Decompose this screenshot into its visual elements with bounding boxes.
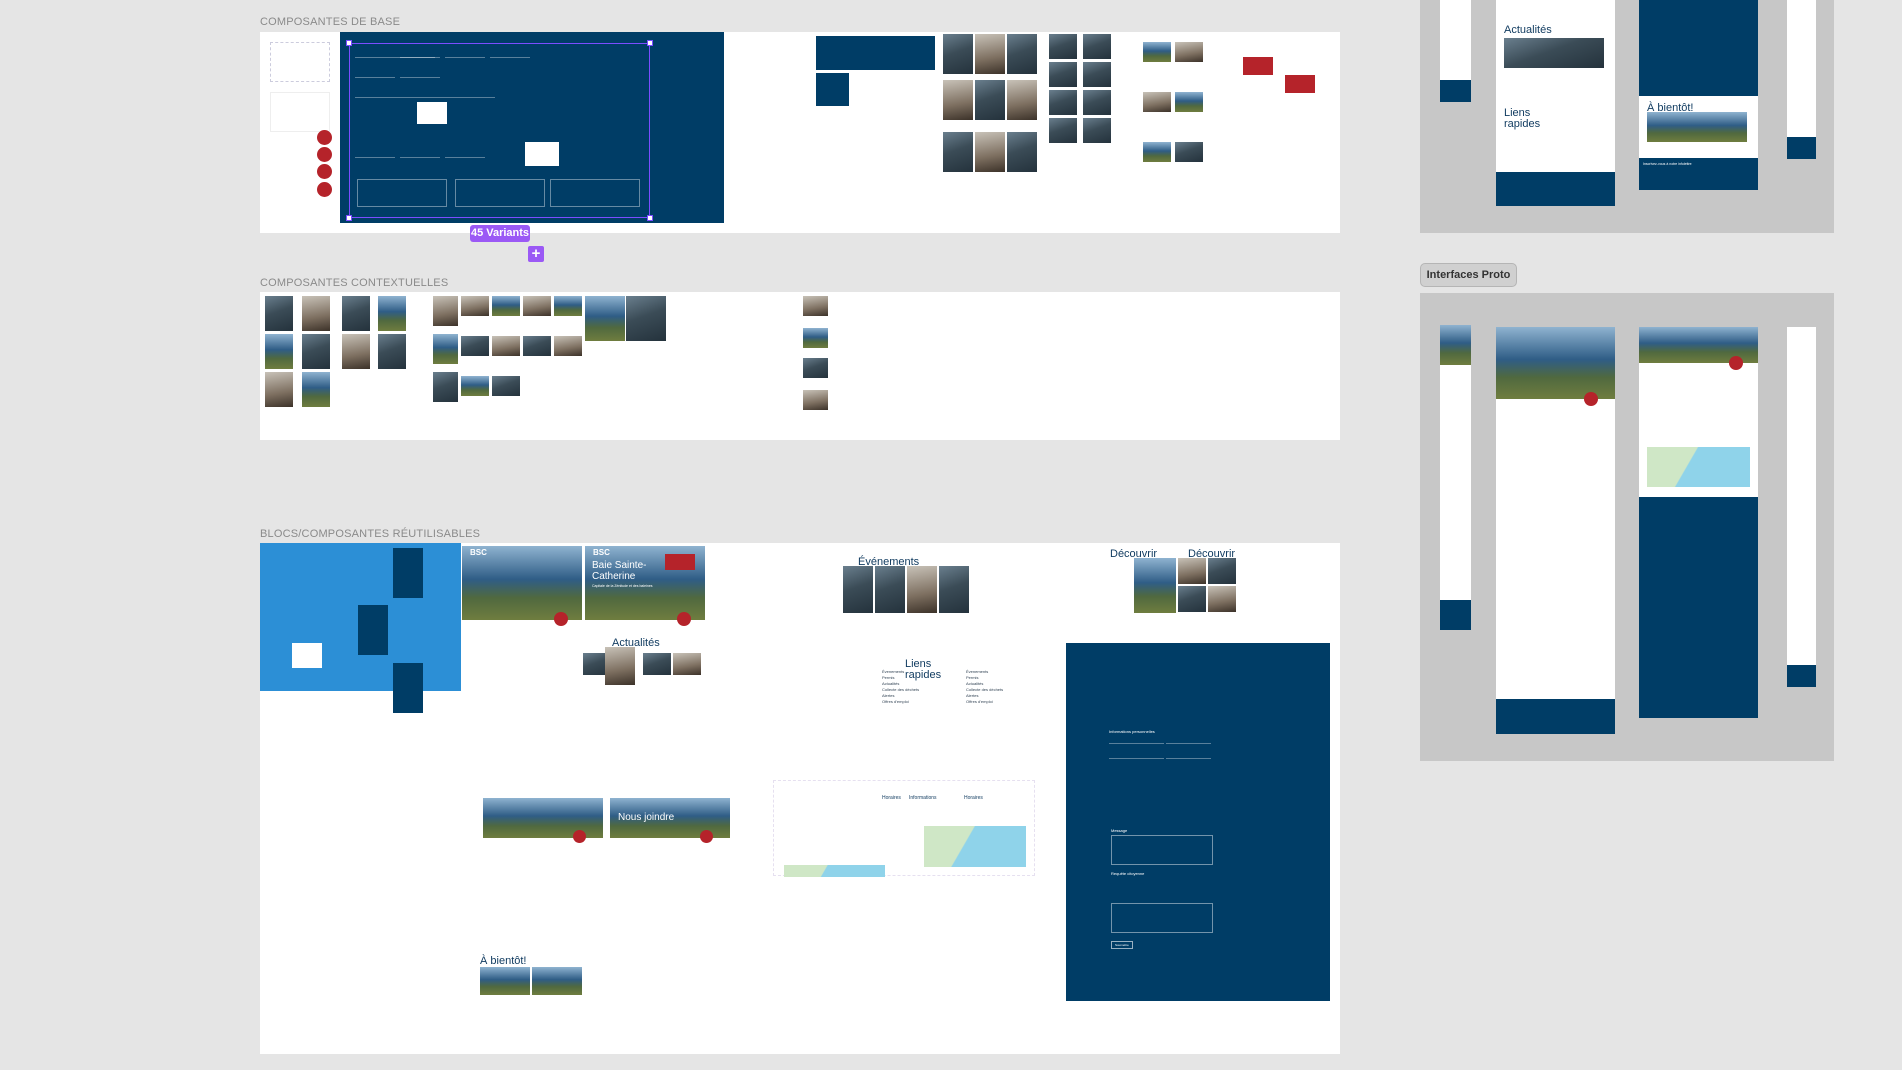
component-thumbnail[interactable] xyxy=(492,376,520,396)
component-thumbnail[interactable] xyxy=(554,336,582,356)
add-variant-icon[interactable]: + xyxy=(528,246,544,262)
info-col-title: Informations xyxy=(909,795,937,801)
message-textarea[interactable] xyxy=(1111,903,1213,933)
component-thumbnail[interactable] xyxy=(585,296,625,341)
contact-hero-image xyxy=(483,798,603,843)
page-preview[interactable]: À bientôt! Inscrivez-vous à notre infole… xyxy=(1639,0,1758,190)
selection-box[interactable] xyxy=(346,40,653,221)
frame-composantes-contextuelles[interactable] xyxy=(260,292,1340,440)
hero-image: BSC xyxy=(462,546,582,626)
newsletter-component[interactable] xyxy=(816,36,935,70)
alert-button-icon[interactable] xyxy=(317,164,332,179)
pages-panel[interactable]: Actualités Liens rapides À bientôt! Insc… xyxy=(1420,0,1834,233)
page-preview[interactable]: Actualités Liens rapides xyxy=(1496,0,1615,206)
component-thumbnail[interactable] xyxy=(342,334,370,369)
alert-button-icon[interactable] xyxy=(317,130,332,145)
link-component[interactable] xyxy=(270,92,330,132)
component-thumbnail[interactable] xyxy=(433,296,458,326)
mobile-page[interactable] xyxy=(1440,325,1471,630)
logo: BSC xyxy=(470,548,487,557)
component-thumbnail[interactable] xyxy=(461,296,489,316)
form-section-title: Informations personnelles xyxy=(1109,729,1155,734)
component-thumbnail[interactable] xyxy=(433,372,458,402)
section-label-blocks: BLOCS/COMPOSANTES RÉUTILISABLES xyxy=(260,528,481,540)
alert-button-icon[interactable] xyxy=(317,182,332,197)
navigation-block[interactable] xyxy=(260,543,461,713)
alert-button-icon[interactable] xyxy=(700,830,713,843)
contact-title: Nous joindre xyxy=(618,812,675,823)
frame-blocs-reutilisables[interactable]: BSC BSC Baie Sainte-Catherine Capitale d… xyxy=(260,543,1340,1054)
component-thumbnail[interactable] xyxy=(803,328,828,348)
section-label-base: COMPOSANTES DE BASE xyxy=(260,16,401,28)
component-thumbnail[interactable] xyxy=(302,296,330,331)
mobile-page[interactable] xyxy=(1787,327,1816,687)
info-col-title: Horaires xyxy=(964,795,983,801)
alert-button-icon[interactable] xyxy=(1729,356,1743,370)
alert-button-icon[interactable] xyxy=(1584,392,1598,406)
map[interactable] xyxy=(924,826,1026,867)
newsletter-mobile-component[interactable] xyxy=(816,73,849,106)
logo: BSC xyxy=(593,548,610,557)
component-thumbnail[interactable] xyxy=(433,334,458,364)
hero-title: Baie Sainte-Catherine xyxy=(592,560,647,582)
info-col-title: Horaires xyxy=(882,795,901,801)
submit-button[interactable]: Soumettre xyxy=(1111,941,1133,949)
component-thumbnail[interactable] xyxy=(342,296,370,331)
map[interactable] xyxy=(784,865,885,877)
component-thumbnail[interactable] xyxy=(492,336,520,356)
component-thumbnail[interactable] xyxy=(461,376,489,396)
component-thumbnail[interactable] xyxy=(554,296,582,316)
component-thumbnail[interactable] xyxy=(523,336,551,356)
request-title: Requête citoyenne xyxy=(1111,871,1145,876)
component-thumbnail[interactable] xyxy=(803,390,828,410)
component-thumbnail[interactable] xyxy=(523,296,551,316)
section-label-contextual: COMPOSANTES CONTEXTUELLES xyxy=(260,277,449,289)
info-block[interactable]: Horaires Informations Horaires xyxy=(773,780,1035,877)
quick-links-title: Liens rapides xyxy=(1504,107,1541,130)
hero-image-titled: BSC Baie Sainte-Catherine Capitale de la… xyxy=(585,546,705,626)
component-thumbnail[interactable] xyxy=(492,296,520,316)
frame-composantes-base[interactable] xyxy=(260,32,1340,233)
component-thumbnail[interactable] xyxy=(378,296,406,331)
alert-button-icon[interactable] xyxy=(677,612,691,626)
interfaces-proto-panel[interactable] xyxy=(1420,293,1834,761)
news-title: Actualités xyxy=(1504,24,1552,36)
contact-form-block[interactable]: Informations personnelles Message Requêt… xyxy=(1066,643,1330,1001)
component-thumbnail[interactable] xyxy=(265,372,293,407)
alert-button-icon[interactable] xyxy=(573,830,586,843)
variants-badge[interactable]: 45 Variants xyxy=(470,225,530,242)
hero-subtitle: Capitale de la Zénitude et des baleines xyxy=(592,584,653,588)
quick-link-item[interactable]: Offres d'emploi xyxy=(882,699,919,705)
message-label: Message xyxy=(1111,828,1128,833)
icon-component[interactable] xyxy=(270,42,330,82)
alert-button-icon[interactable] xyxy=(317,147,332,162)
component-thumbnail[interactable] xyxy=(378,334,406,369)
quick-link-item[interactable]: Offres d'emploi xyxy=(966,699,1003,705)
component-thumbnail[interactable] xyxy=(265,334,293,369)
component-thumbnail[interactable] xyxy=(626,296,666,341)
contact-hero-image: Nous joindre xyxy=(610,798,730,843)
goodbye-title: À bientôt! xyxy=(480,955,527,967)
component-thumbnail[interactable] xyxy=(461,336,489,356)
page-home[interactable] xyxy=(1496,327,1615,734)
message-textarea[interactable] xyxy=(1111,835,1213,865)
component-thumbnail[interactable] xyxy=(302,372,330,407)
component-thumbnail[interactable] xyxy=(302,334,330,369)
page-contact[interactable] xyxy=(1639,327,1758,718)
component-thumbnail[interactable] xyxy=(803,296,828,316)
component-thumbnail[interactable] xyxy=(803,358,828,378)
interfaces-proto-label[interactable]: Interfaces Proto xyxy=(1420,263,1517,287)
component-thumbnail[interactable] xyxy=(265,296,293,331)
alert-button-icon[interactable] xyxy=(554,612,568,626)
newsletter-text: Inscrivez-vous à notre infolettre xyxy=(1643,162,1692,166)
